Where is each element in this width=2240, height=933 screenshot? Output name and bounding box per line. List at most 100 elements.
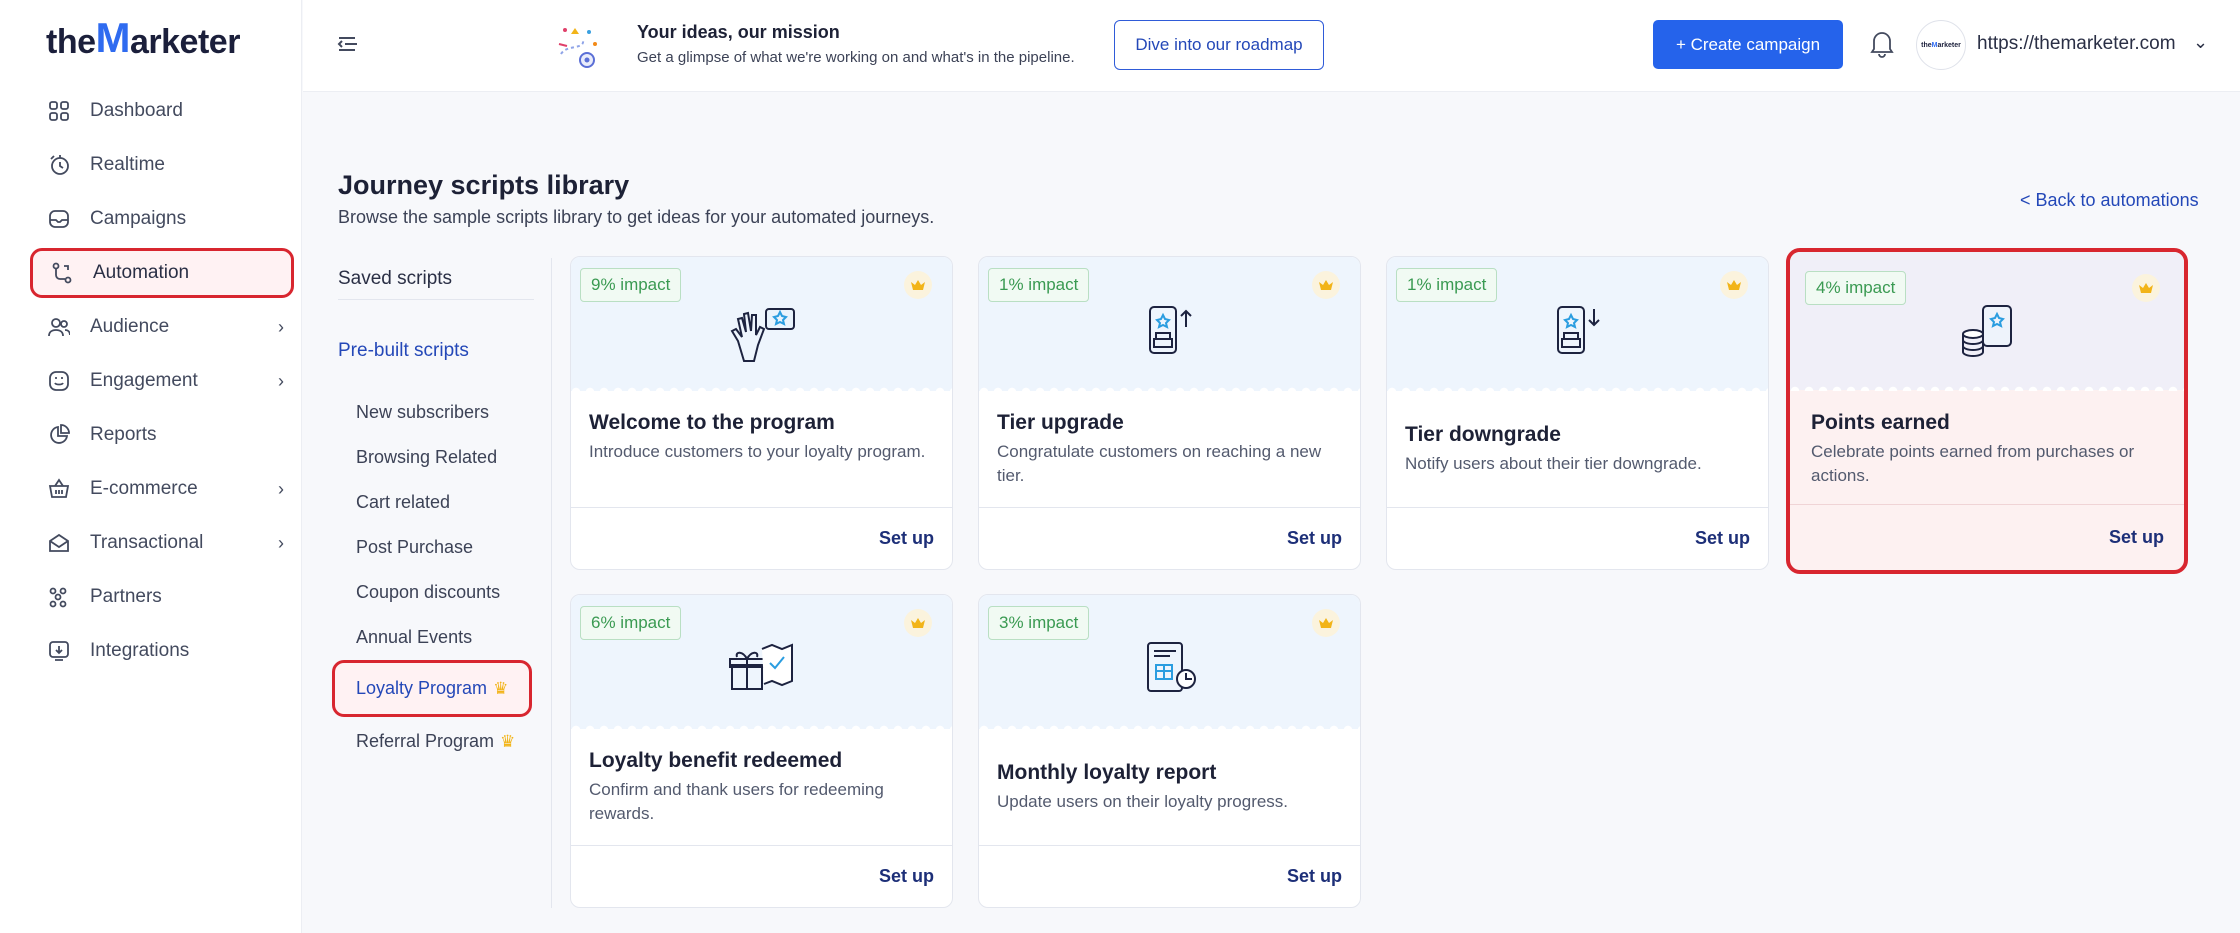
- logo-letter-m: M: [95, 14, 131, 61]
- setup-button[interactable]: Set up: [1695, 528, 1750, 549]
- script-card-benefit-redeemed[interactable]: 6% impact Loyalty benefit redeemed Confi…: [570, 594, 953, 908]
- envelope-icon: [46, 530, 72, 556]
- card-title: Tier upgrade: [997, 411, 1124, 434]
- category-annual-events[interactable]: Annual Events: [338, 615, 538, 660]
- sidebar-item-campaigns[interactable]: Campaigns: [30, 194, 294, 244]
- impact-badge: 1% impact: [1396, 268, 1498, 302]
- script-card-points-earned[interactable]: 4% impact Points earned Celebrate points…: [1786, 248, 2188, 574]
- sidebar-item-reports[interactable]: Reports: [30, 410, 294, 460]
- card-description: Congratulate customers on reaching a new…: [997, 442, 1322, 485]
- avatar-logo: theMarketer: [1921, 41, 1961, 49]
- chevron-down-icon[interactable]: ⌄: [2193, 32, 2208, 53]
- sidebar-item-audience[interactable]: Audience ›: [30, 302, 294, 352]
- category-list: New subscribers Browsing Related Cart re…: [332, 390, 538, 764]
- logo-text-arketer: arketer: [130, 23, 240, 61]
- category-browsing-related[interactable]: Browsing Related: [338, 435, 538, 480]
- setup-button[interactable]: Set up: [1287, 528, 1342, 549]
- sidebar-item-ecommerce[interactable]: E-commerce ›: [30, 464, 294, 514]
- flow-icon: [49, 260, 75, 286]
- brand-logo[interactable]: the Marketer: [46, 14, 240, 62]
- page-title: Journey scripts library: [338, 170, 630, 200]
- back-to-automations-link[interactable]: < Back to automations: [2020, 190, 2199, 211]
- setup-button[interactable]: Set up: [2109, 527, 2164, 548]
- sidebar-item-partners[interactable]: Partners: [30, 572, 294, 622]
- sidebar-item-integrations[interactable]: Integrations: [30, 626, 294, 676]
- sidebar-item-realtime[interactable]: Realtime: [30, 140, 294, 190]
- category-label: Referral Program: [356, 731, 495, 751]
- script-card-tier-upgrade[interactable]: 1% impact Tier upgrade Congratulate cust…: [978, 256, 1361, 570]
- impact-badge: 3% impact: [988, 606, 1090, 640]
- roadmap-illustration-icon: [551, 20, 603, 70]
- chevron-right-icon: ›: [278, 370, 284, 391]
- saved-scripts-tab[interactable]: Saved scripts: [338, 258, 534, 300]
- sidebar-item-dashboard[interactable]: Dashboard: [30, 86, 294, 136]
- main-nav: Dashboard Realtime Campaigns Automation …: [30, 86, 294, 680]
- folder-icon: [46, 206, 72, 232]
- partners-icon: [46, 584, 72, 610]
- chevron-right-icon: ›: [278, 532, 284, 553]
- card-description: Notify users about their tier downgrade.: [1405, 454, 1702, 473]
- category-coupon-discounts[interactable]: Coupon discounts: [338, 570, 538, 615]
- script-card-welcome[interactable]: 9% impact Welcome to the program Introdu…: [570, 256, 953, 570]
- category-referral-program[interactable]: Referral Program ♛: [338, 719, 538, 764]
- card-header: 1% impact: [1387, 257, 1768, 392]
- setup-button[interactable]: Set up: [1287, 866, 1342, 887]
- sidebar-item-label: Dashboard: [90, 100, 183, 121]
- category-post-purchase[interactable]: Post Purchase: [338, 525, 538, 570]
- card-header: 9% impact: [571, 257, 952, 392]
- crown-icon: [1312, 271, 1340, 299]
- crown-icon: ♛: [493, 679, 509, 698]
- category-loyalty-program[interactable]: Loyalty Program ♛: [332, 660, 532, 717]
- sidebar-item-label: Integrations: [90, 640, 190, 661]
- crown-icon: [1720, 271, 1748, 299]
- card-header: 4% impact: [1790, 252, 2184, 391]
- sidebar-item-label: Engagement: [90, 370, 198, 391]
- bell-icon[interactable]: [1868, 28, 1896, 58]
- top-bar: Your ideas, our mission Get a glimpse of…: [303, 0, 2240, 92]
- category-new-subscribers[interactable]: New subscribers: [338, 390, 538, 435]
- sidebar-item-label: Realtime: [90, 154, 165, 175]
- impact-badge: 1% impact: [988, 268, 1090, 302]
- card-header: 1% impact: [979, 257, 1360, 392]
- setup-button[interactable]: Set up: [879, 866, 934, 887]
- sidebar-item-automation[interactable]: Automation: [30, 248, 294, 298]
- collapse-menu-icon[interactable]: [335, 33, 361, 55]
- crown-icon: [2132, 274, 2160, 302]
- card-description: Celebrate points earned from purchases o…: [1811, 442, 2135, 485]
- sidebar-item-engagement[interactable]: Engagement ›: [30, 356, 294, 406]
- chevron-right-icon: ›: [278, 478, 284, 499]
- card-footer: Set up: [571, 845, 952, 907]
- sidebar-item-label: E-commerce: [90, 478, 198, 499]
- card-title: Points earned: [1811, 411, 1950, 434]
- card-footer: Set up: [571, 507, 952, 569]
- script-card-tier-downgrade[interactable]: 1% impact Tier downgrade Notify users ab…: [1386, 256, 1769, 570]
- impact-badge: 9% impact: [580, 268, 682, 302]
- card-header: 6% impact: [571, 595, 952, 730]
- tier-down-icon: [1540, 297, 1616, 367]
- crown-icon: [904, 609, 932, 637]
- card-footer: Set up: [979, 845, 1360, 907]
- create-campaign-button[interactable]: + Create campaign: [1653, 20, 1843, 69]
- stopwatch-icon: [46, 152, 72, 178]
- card-footer: Set up: [1790, 504, 2184, 570]
- category-cart-related[interactable]: Cart related: [338, 480, 538, 525]
- category-label: Loyalty Program: [356, 678, 488, 698]
- card-title: Loyalty benefit redeemed: [589, 749, 843, 772]
- report-icon: [1132, 635, 1208, 705]
- card-description: Confirm and thank users for redeeming re…: [589, 780, 884, 823]
- script-card-monthly-report[interactable]: 3% impact Monthly loyalty report Update …: [978, 594, 1361, 908]
- users-icon: [46, 314, 72, 340]
- tier-up-icon: [1132, 297, 1208, 367]
- chevron-right-icon: ›: [278, 316, 284, 337]
- site-url[interactable]: https://themarketer.com: [1977, 33, 2176, 55]
- prebuilt-scripts-tab[interactable]: Pre-built scripts: [338, 330, 538, 372]
- crown-icon: ♛: [500, 732, 516, 751]
- roadmap-button[interactable]: Dive into our roadmap: [1114, 20, 1324, 70]
- scripts-nav: Saved scripts Pre-built scripts New subs…: [332, 258, 538, 764]
- impact-badge: 6% impact: [580, 606, 682, 640]
- sidebar-item-transactional[interactable]: Transactional ›: [30, 518, 294, 568]
- card-footer: Set up: [979, 507, 1360, 569]
- sidebar-item-label: Transactional: [90, 532, 204, 553]
- account-avatar[interactable]: theMarketer: [1916, 20, 1966, 70]
- setup-button[interactable]: Set up: [879, 528, 934, 549]
